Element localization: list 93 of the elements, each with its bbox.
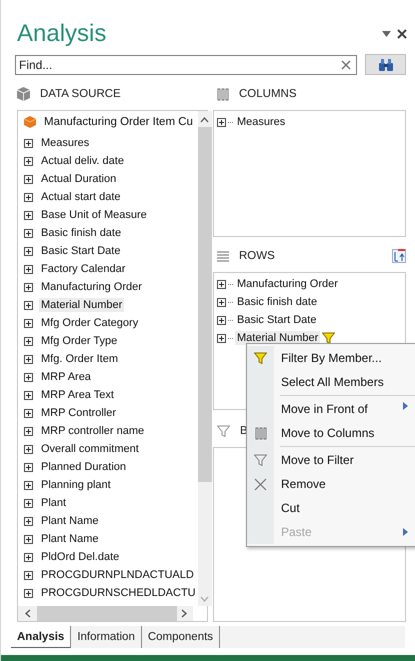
- expand-icon[interactable]: [24, 246, 33, 256]
- field-item[interactable]: Basic Start Date: [39, 244, 122, 258]
- section-title: DATA SOURCE: [40, 88, 122, 100]
- section-title: ROWS: [239, 250, 276, 262]
- expand-icon[interactable]: [24, 390, 33, 400]
- expand-icon[interactable]: [24, 570, 33, 580]
- column-field[interactable]: Measures: [235, 115, 288, 129]
- row-field[interactable]: Basic Start Date: [235, 313, 318, 327]
- expand-icon[interactable]: [24, 354, 33, 364]
- expand-icon[interactable]: [24, 408, 33, 418]
- expand-icon[interactable]: [24, 534, 33, 544]
- field-item[interactable]: Mfg. Order Item: [39, 352, 120, 366]
- scroll-up-icon[interactable]: [200, 117, 210, 123]
- expand-icon[interactable]: [24, 588, 33, 598]
- clear-icon[interactable]: [341, 60, 351, 70]
- field-item[interactable]: Factory Calendar: [39, 262, 128, 276]
- expand-icon[interactable]: [24, 336, 33, 346]
- expand-icon[interactable]: [24, 174, 33, 184]
- field-item[interactable]: Planned Duration: [39, 460, 128, 474]
- field-item[interactable]: Actual deliv. date: [39, 154, 126, 168]
- remove-icon: [254, 478, 267, 490]
- field-item[interactable]: Actual start date: [39, 190, 122, 204]
- search-input[interactable]: Find...: [16, 58, 341, 72]
- field-item[interactable]: Measures: [39, 136, 92, 150]
- expand-icon[interactable]: [24, 480, 33, 490]
- find-button[interactable]: [365, 54, 406, 75]
- field-item[interactable]: Plant Name: [39, 514, 100, 528]
- binoculars-icon: [378, 58, 394, 70]
- expand-icon[interactable]: [24, 210, 33, 220]
- tab[interactable]: Analysis: [11, 626, 72, 648]
- field-item[interactable]: MRP controller name: [39, 424, 146, 438]
- panel-title: Analysis: [17, 20, 108, 48]
- filter-icon: [217, 424, 230, 438]
- filter-icon: [254, 454, 267, 466]
- row-field[interactable]: Manufacturing Order: [235, 277, 340, 291]
- field-item[interactable]: Mfg Order Type: [39, 334, 120, 348]
- tab[interactable]: Information: [71, 626, 142, 648]
- section-title: COLUMNS: [239, 88, 298, 100]
- field-item[interactable]: Manufacturing Order: [39, 280, 144, 294]
- field-item[interactable]: Plant Name: [39, 532, 100, 546]
- field-item[interactable]: PldOrd Del.date: [39, 550, 122, 564]
- field-item[interactable]: Plant: [39, 496, 68, 510]
- filter-icon: [254, 352, 267, 364]
- expand-icon[interactable]: [24, 372, 33, 382]
- expand-icon[interactable]: [24, 318, 33, 328]
- horizontal-scrollbar[interactable]: [18, 606, 193, 621]
- field-item[interactable]: Overall commitment: [39, 442, 141, 456]
- field-item[interactable]: MRP Area Text: [39, 388, 116, 402]
- expand-icon[interactable]: [24, 552, 33, 562]
- columns-icon: [217, 88, 229, 100]
- cube-name: Manufacturing Order Item Cu: [43, 115, 194, 129]
- field-item[interactable]: Mfg Order Category: [39, 316, 140, 330]
- close-icon[interactable]: [397, 29, 407, 39]
- expand-icon[interactable]: [24, 282, 33, 292]
- expand-icon[interactable]: [24, 228, 33, 238]
- expand-icon[interactable]: [24, 264, 33, 274]
- expand-icon[interactable]: [217, 118, 226, 126]
- expand-icon[interactable]: [24, 426, 33, 436]
- scroll-right-icon[interactable]: [181, 609, 187, 618]
- submenu-arrow-icon: [403, 528, 408, 536]
- expand-icon[interactable]: [24, 498, 33, 508]
- search-field[interactable]: Find...: [15, 54, 357, 74]
- field-item[interactable]: Material Number: [39, 298, 124, 312]
- submenu-arrow-icon: [403, 402, 408, 410]
- expand-icon[interactable]: [24, 462, 33, 472]
- cube-icon: [17, 87, 30, 101]
- expand-icon[interactable]: [217, 280, 226, 288]
- field-item[interactable]: PROCGDURNSCHEDLDACTU: [39, 586, 198, 600]
- expand-icon[interactable]: [24, 138, 33, 148]
- expand-icon[interactable]: [217, 298, 226, 306]
- expand-icon[interactable]: [217, 334, 226, 342]
- row-field[interactable]: Basic finish date: [235, 295, 320, 309]
- expand-icon[interactable]: [24, 444, 33, 454]
- cube-icon: [24, 116, 36, 128]
- expand-icon[interactable]: [24, 300, 33, 310]
- rows-icon: [217, 250, 229, 262]
- field-item[interactable]: MRP Area: [39, 370, 93, 384]
- columns-icon: [254, 426, 266, 440]
- expand-icon[interactable]: [217, 316, 226, 324]
- expand-icon[interactable]: [24, 156, 33, 166]
- field-item[interactable]: MRP Controller: [39, 406, 118, 420]
- vertical-scrollbar[interactable]: [198, 111, 212, 606]
- field-item[interactable]: Actual Duration: [39, 172, 118, 186]
- field-item[interactable]: Planning plant: [39, 478, 113, 492]
- swap-icon[interactable]: [392, 249, 406, 263]
- tab[interactable]: Components: [142, 626, 220, 648]
- field-item[interactable]: Basic finish date: [39, 226, 124, 240]
- dropdown-icon[interactable]: [382, 31, 391, 37]
- expand-icon[interactable]: [24, 516, 33, 526]
- field-item[interactable]: Base Unit of Measure: [39, 208, 149, 222]
- scroll-left-icon[interactable]: [25, 609, 31, 618]
- field-item[interactable]: PROCGDURNPLNDACTUALD: [39, 568, 196, 582]
- expand-icon[interactable]: [24, 192, 33, 202]
